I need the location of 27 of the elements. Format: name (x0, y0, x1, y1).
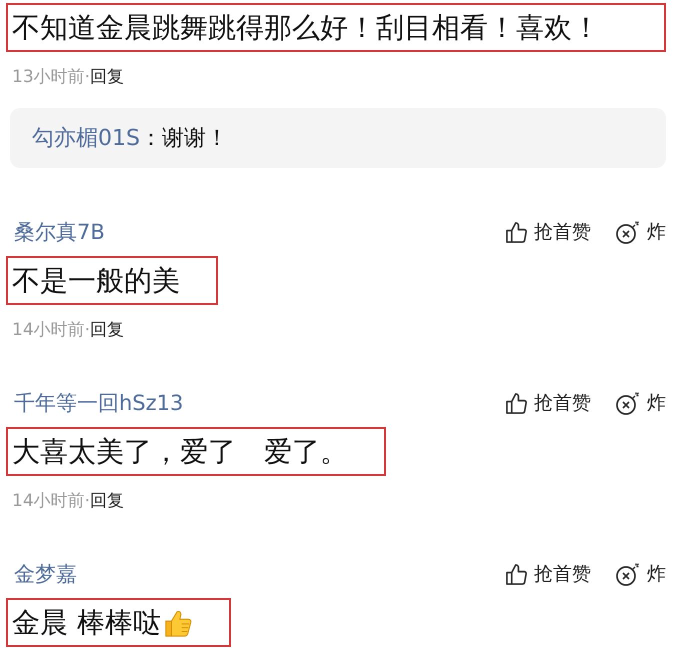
username[interactable]: 勾亦楣01S (32, 123, 140, 153)
bomb-icon (615, 391, 641, 415)
username[interactable]: 桑尔真7B (14, 218, 105, 246)
like-button[interactable]: 抢首赞 (505, 390, 591, 416)
thumbs-up-icon (505, 220, 528, 244)
like-button[interactable]: 抢首赞 (505, 561, 591, 587)
username[interactable]: 金梦嘉 (14, 560, 77, 588)
comment-text: 不是一般的美 (12, 262, 180, 298)
username[interactable]: 千年等一回hSz13 (14, 389, 184, 417)
timestamp: 14小时前· (12, 318, 90, 340)
comment-text: 不知道金晨跳舞跳得那么好！刮目相看！喜欢！ (12, 10, 600, 46)
reply-text: ：谢谢！ (140, 125, 228, 153)
reply-link[interactable]: 回复 (90, 318, 124, 340)
reply-link[interactable]: 回复 (90, 488, 124, 512)
reply-link[interactable]: 回复 (90, 64, 124, 88)
bomb-button[interactable]: 炸 (615, 390, 666, 416)
comment-text: 金晨 棒棒哒 (12, 604, 161, 640)
thumbs-up-icon (505, 392, 528, 414)
bomb-icon (615, 220, 641, 244)
bomb-button[interactable]: 炸 (615, 219, 666, 245)
comment-text: 大喜太美了，爱了 爱了。 (12, 434, 348, 470)
timestamp: 14小时前· (12, 490, 90, 512)
bomb-icon (615, 562, 641, 586)
timestamp: 13小时前· (12, 66, 90, 88)
like-button[interactable]: 抢首赞 (505, 219, 591, 245)
thumbs-up-icon (505, 562, 528, 586)
bomb-button[interactable]: 炸 (615, 561, 666, 587)
